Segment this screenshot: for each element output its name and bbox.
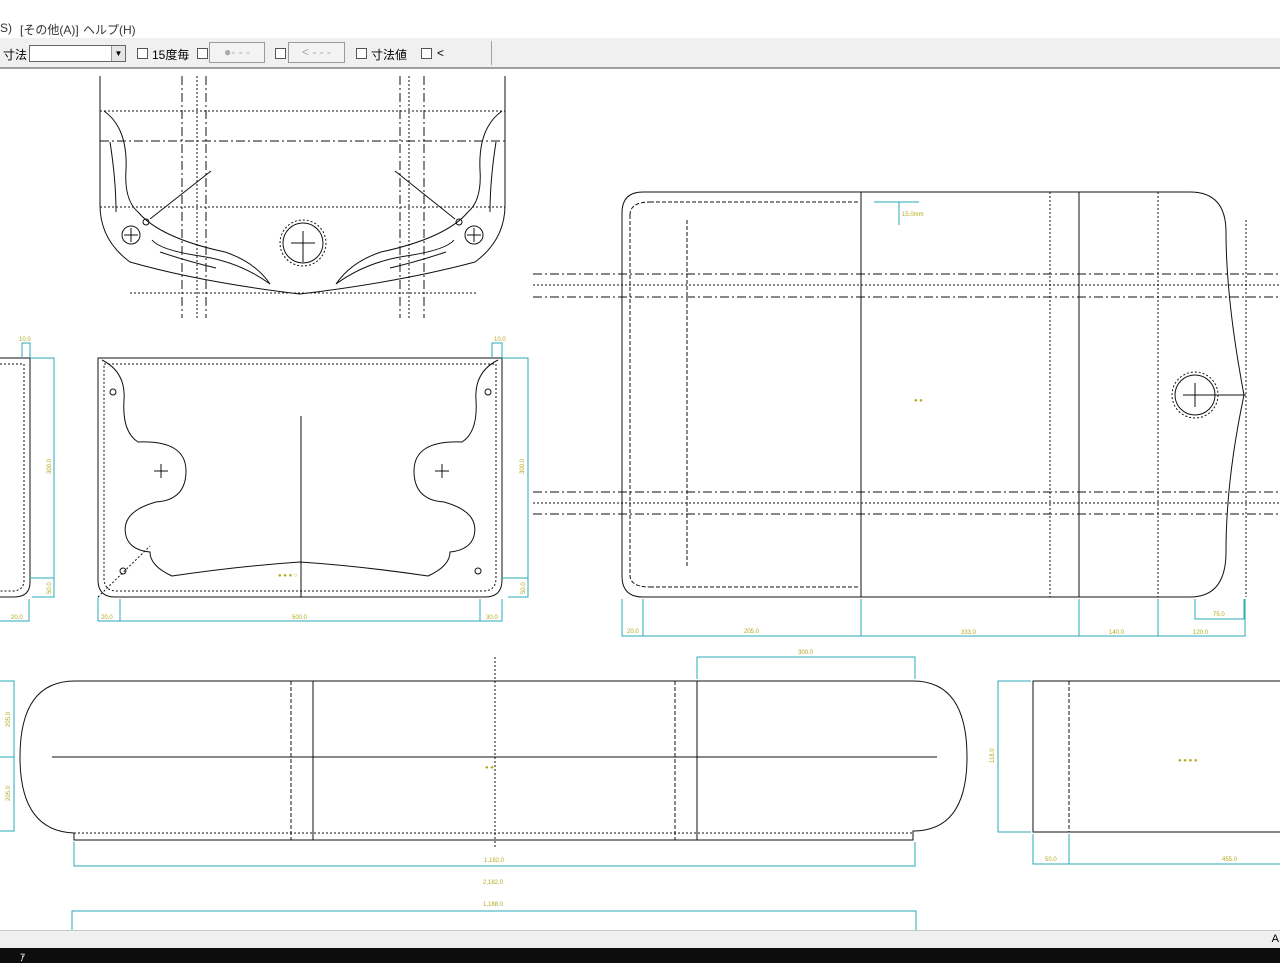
- dim-205-0-v2: 205.0: [6, 785, 12, 801]
- dim-500-0: 500.0: [292, 615, 308, 621]
- flap-dimensions: 20.0 500.0 30.0 10.0 300.0 50.0: [97, 337, 529, 622]
- arrow-line-button[interactable]: < - - -: [288, 42, 345, 63]
- dim-333-0: 333.0: [961, 630, 977, 636]
- drawing-canvas[interactable]: ● ● ● ○ 20.0 500.0 30.0 10.0 300.0 50.0 …: [0, 69, 1280, 930]
- ime-indicator[interactable]: ｱ: [20, 949, 25, 964]
- menu-item-partial[interactable]: S): [0, 21, 12, 35]
- dimension-label: 寸法: [3, 48, 28, 62]
- dimension-value-label: 寸法値: [371, 48, 408, 62]
- dimension-toolbar: 寸法 ▼ 15度毎 ●- - - < - - - 寸法値 <: [0, 38, 1280, 69]
- menu-bar: S) [その他(A)] ヘルプ(H): [0, 0, 1280, 39]
- dim-300-0-r: 300.0: [520, 458, 526, 474]
- dot-line-button[interactable]: ●- - -: [209, 42, 265, 63]
- dim-300-0-l: 300.0: [47, 458, 53, 474]
- flap-piece: ● ● ● ○: [97, 357, 503, 598]
- flap-label: ● ● ● ○: [278, 573, 298, 579]
- dimension-select[interactable]: ▼: [29, 45, 126, 62]
- dim-118-0: 118.0: [990, 748, 996, 763]
- chevron-down-icon[interactable]: ▼: [111, 46, 125, 61]
- dim-455-0: 455.0: [1222, 857, 1238, 863]
- every15-checkbox[interactable]: [137, 48, 148, 59]
- dim-20-0-b: 20.0: [11, 615, 23, 621]
- strip-label: ● ●: [485, 765, 494, 771]
- dimension-value-checkbox[interactable]: [356, 48, 367, 59]
- side-panel-piece: 118.0 50.0 455.0 ● ● ● ●: [990, 680, 1280, 865]
- dim-75-0: 75.0: [1213, 612, 1225, 618]
- dim-50-0-bottom: 50.0: [1045, 857, 1057, 863]
- left-partial-piece: 10.0 300.0 50.0 20.0: [0, 337, 55, 622]
- dim-50-0-l: 50.0: [47, 582, 53, 594]
- dim-1182-0: 1,182.0: [484, 858, 505, 864]
- dim-1188-0: 1,188.0: [483, 902, 504, 908]
- main-body-dimensions: 20.0 205.0 333.0 140.0 120.0 75.0: [621, 599, 1246, 637]
- main-body-piece: 15.0mm ● ●: [533, 191, 1280, 598]
- dot-line-checkbox[interactable]: [197, 48, 208, 59]
- side-label: ● ● ● ●: [1178, 758, 1198, 764]
- long-strip-piece: ● ● 300.0 1,182.0 2,182.0 1,188.0 205.0 …: [0, 650, 968, 930]
- status-bar: A: [0, 930, 1280, 948]
- arrow-checkbox[interactable]: [421, 48, 432, 59]
- dim-30-0-r: 30.0: [486, 615, 498, 621]
- taskbar: ｱ: [0, 948, 1280, 964]
- menu-item-help[interactable]: ヘルプ(H): [83, 21, 136, 38]
- dim-2182-0: 2,182.0: [483, 880, 504, 886]
- dim-10-0-l: 10.0: [19, 337, 31, 343]
- menu-item-other[interactable]: [その他(A)]: [20, 21, 79, 38]
- flap-fold-piece: [99, 76, 506, 318]
- every15-label: 15度毎: [152, 48, 190, 62]
- pattern-drawing: ● ● ● ○ 20.0 500.0 30.0 10.0 300.0 50.0 …: [0, 76, 1280, 930]
- dim-205-0: 205.0: [744, 629, 760, 635]
- dim-300-0-top: 300.0: [798, 650, 814, 656]
- dim-15-0-mm: 15.0mm: [902, 212, 924, 218]
- dim-20-0-c: 20.0: [627, 629, 639, 635]
- arrow-label: <: [437, 46, 445, 60]
- body-label: ● ●: [914, 398, 923, 404]
- dim-120-0: 120.0: [1193, 630, 1209, 636]
- toolbar-separator: [491, 41, 492, 65]
- arrow-line-checkbox[interactable]: [275, 48, 286, 59]
- dim-50-0-r: 50.0: [521, 582, 527, 594]
- dim-140-0: 140.0: [1109, 630, 1125, 636]
- dim-20-0-a: 20.0: [101, 615, 113, 621]
- dim-205-0-v1: 205.0: [6, 711, 12, 727]
- dim-10-0-r: 10.0: [494, 337, 506, 343]
- status-right-text: A: [1271, 933, 1279, 945]
